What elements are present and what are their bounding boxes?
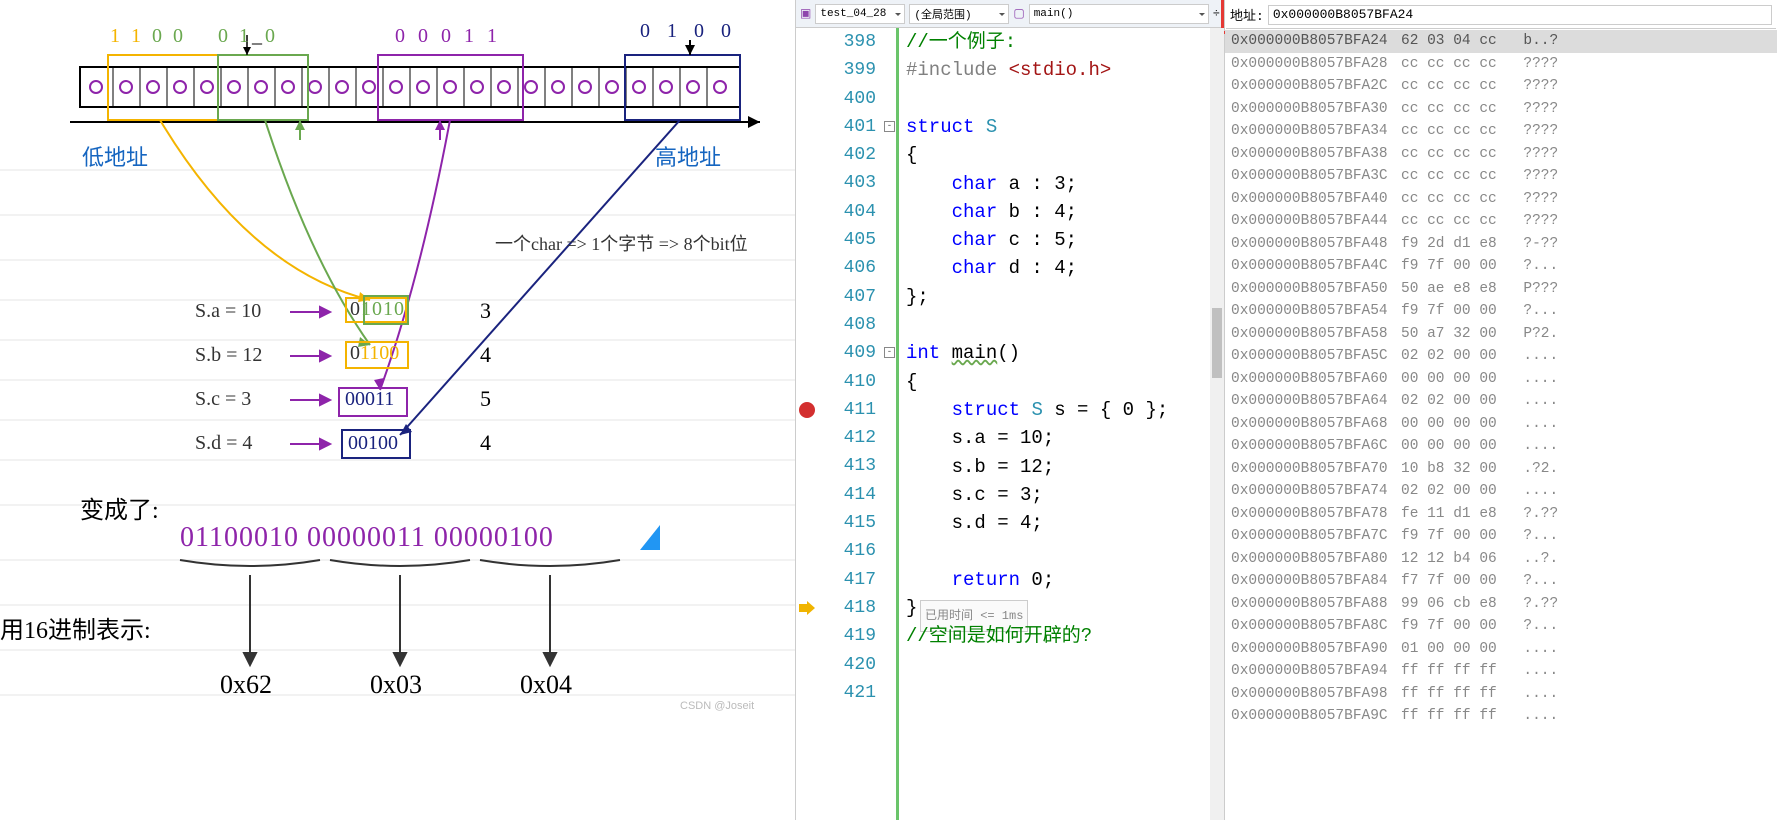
memory-row[interactable]: 0x000000B8057BFA8Cf9 7f 00 00 ?... xyxy=(1225,615,1777,638)
memory-row[interactable]: 0x000000B8057BFA9001 00 00 00 .... xyxy=(1225,638,1777,661)
editor-toolbar: ▣ test_04_28 (全局范围) ▢ main() ÷ xyxy=(796,0,1224,28)
vertical-scrollbar[interactable] xyxy=(1210,28,1224,820)
memory-row[interactable]: 0x000000B8057BFA54f9 7f 00 00 ?... xyxy=(1225,300,1777,323)
file-dropdown[interactable]: test_04_28 xyxy=(815,4,905,24)
address-highlight-box: 地址: xyxy=(1221,0,1777,34)
memory-row[interactable]: 0x000000B8057BFA38cc cc cc cc ???? xyxy=(1225,143,1777,166)
char-note: 一个char => 1个字节 => 8个bit位 xyxy=(495,230,748,256)
memory-row[interactable]: 0x000000B8057BFA5C02 02 00 00 .... xyxy=(1225,345,1777,368)
code-area[interactable]: 3983994004014024034044054064074084094104… xyxy=(796,28,1224,820)
memory-row[interactable]: 0x000000B8057BFA6800 00 00 00 .... xyxy=(1225,413,1777,436)
scope-dropdown[interactable]: (全局范围) xyxy=(909,4,1009,24)
memory-row[interactable]: 0x000000B8057BFA98ff ff ff ff .... xyxy=(1225,683,1777,706)
memory-row[interactable]: 0x000000B8057BFA3Ccc cc cc cc ???? xyxy=(1225,165,1777,188)
memory-row[interactable]: 0x000000B8057BFA48f9 2d d1 e8 ?-?? xyxy=(1225,233,1777,256)
memory-row[interactable]: 0x000000B8057BFA7402 02 00 00 .... xyxy=(1225,480,1777,503)
memory-row[interactable]: 0x000000B8057BFA34cc cc cc cc ???? xyxy=(1225,120,1777,143)
function-dropdown[interactable]: main() xyxy=(1029,4,1209,24)
code-text[interactable]: 已用时间 <= 1ms //一个例子:#include <stdio.h> st… xyxy=(898,28,1224,820)
split-icon[interactable]: ÷ xyxy=(1213,7,1220,21)
hex-2: 0x04 xyxy=(520,670,572,700)
address-label: 地址: xyxy=(1230,5,1264,24)
memory-row[interactable]: 0x000000B8057BFA9Cff ff ff ff .... xyxy=(1225,705,1777,728)
address-bar: 地址: xyxy=(1226,1,1776,29)
row-c-n: 5 xyxy=(480,386,491,412)
memory-row[interactable]: 0x000000B8057BFA7010 b8 32 00 .?2. xyxy=(1225,458,1777,481)
row-d-label: S.d = 4 xyxy=(195,432,252,455)
memory-row[interactable]: 0x000000B8057BFA4Cf9 7f 00 00 ?... xyxy=(1225,255,1777,278)
row-b-val: 01100 xyxy=(350,342,399,365)
hex-note: 用16进制表示: xyxy=(0,610,151,645)
current-line-arrow-icon xyxy=(799,601,815,615)
memory-row[interactable]: 0x000000B8057BFA8899 06 cb e8 ?.?? xyxy=(1225,593,1777,616)
row-a-label: S.a = 10 xyxy=(195,300,261,323)
row-b-label: S.b = 12 xyxy=(195,344,262,367)
hex-1: 0x03 xyxy=(370,670,422,700)
breakpoint-icon[interactable] xyxy=(799,402,815,418)
memory-row[interactable]: 0x000000B8057BFA5050 ae e8 e8 P??? xyxy=(1225,278,1777,301)
memory-rows[interactable]: 0x000000B8057BFA2462 03 04 cc b..?0x0000… xyxy=(1225,30,1777,820)
row-d-val: 00100 xyxy=(348,432,398,455)
memory-row[interactable]: 0x000000B8057BFA6C00 00 00 00 .... xyxy=(1225,435,1777,458)
hex-0: 0x62 xyxy=(220,670,272,700)
memory-row[interactable]: 0x000000B8057BFA94ff ff ff ff .... xyxy=(1225,660,1777,683)
row-b-n: 4 xyxy=(480,342,491,368)
row-c-val: 00011 xyxy=(345,388,394,411)
memory-row[interactable]: 0x000000B8057BFA7Cf9 7f 00 00 ?... xyxy=(1225,525,1777,548)
row-a-n: 3 xyxy=(480,298,491,324)
address-input[interactable] xyxy=(1268,5,1772,25)
changed-label: 变成了: xyxy=(80,490,159,525)
memory-panel: 地址: 0x000000B8057BFA2462 03 04 cc b..?0x… xyxy=(1225,0,1777,820)
memory-row[interactable]: 0x000000B8057BFA40cc cc cc cc ???? xyxy=(1225,188,1777,211)
memory-row[interactable]: 0x000000B8057BFA2462 03 04 cc b..? xyxy=(1225,30,1777,53)
watermark: CSDN @Joseit xyxy=(680,700,754,712)
low-addr-label: 低地址 xyxy=(82,140,148,172)
row-d-n: 4 xyxy=(480,430,491,456)
binary-result: 01100010 00000011 00000100 xyxy=(180,522,554,554)
memory-row[interactable]: 0x000000B8057BFA28cc cc cc cc ???? xyxy=(1225,53,1777,76)
memory-row[interactable]: 0x000000B8057BFA5850 a7 32 00 P?2. xyxy=(1225,323,1777,346)
bits-group-d: 0 1 0 0 xyxy=(640,20,737,43)
bits-group-c: 0 0 0 1 1 xyxy=(395,25,501,48)
memory-row[interactable]: 0x000000B8057BFA2Ccc cc cc cc ???? xyxy=(1225,75,1777,98)
row-c-label: S.c = 3 xyxy=(195,388,251,411)
breakpoint-gutter[interactable] xyxy=(796,28,824,820)
memory-row[interactable]: 0x000000B8057BFA6402 02 00 00 .... xyxy=(1225,390,1777,413)
memory-row[interactable]: 0x000000B8057BFA6000 00 00 00 .... xyxy=(1225,368,1777,391)
diagram-panel: 1 1 0 0 0 1_0 0 0 0 1 1 0 1 0 0 低地址 高地址 … xyxy=(0,0,795,820)
memory-row[interactable]: 0x000000B8057BFA84f7 7f 00 00 ?... xyxy=(1225,570,1777,593)
row-a-val: 01010 xyxy=(350,298,405,321)
bits-group-ab2: 0 1_0 xyxy=(218,25,278,48)
high-addr-label: 高地址 xyxy=(655,140,721,172)
memory-row[interactable]: 0x000000B8057BFA30cc cc cc cc ???? xyxy=(1225,98,1777,121)
tab-icon: ▣ xyxy=(800,6,811,21)
code-editor-panel: ▣ test_04_28 (全局范围) ▢ main() ÷ 398399400… xyxy=(795,0,1225,820)
memory-row[interactable]: 0x000000B8057BFA78fe 11 d1 e8 ?.?? xyxy=(1225,503,1777,526)
cube-icon: ▢ xyxy=(1013,6,1024,21)
memory-row[interactable]: 0x000000B8057BFA8012 12 b4 06 ..?. xyxy=(1225,548,1777,571)
memory-row[interactable]: 0x000000B8057BFA44cc cc cc cc ???? xyxy=(1225,210,1777,233)
line-number-gutter: 3983994004014024034044054064074084094104… xyxy=(824,28,884,820)
bits-group-ab: 1 1 0 0 xyxy=(110,25,186,48)
